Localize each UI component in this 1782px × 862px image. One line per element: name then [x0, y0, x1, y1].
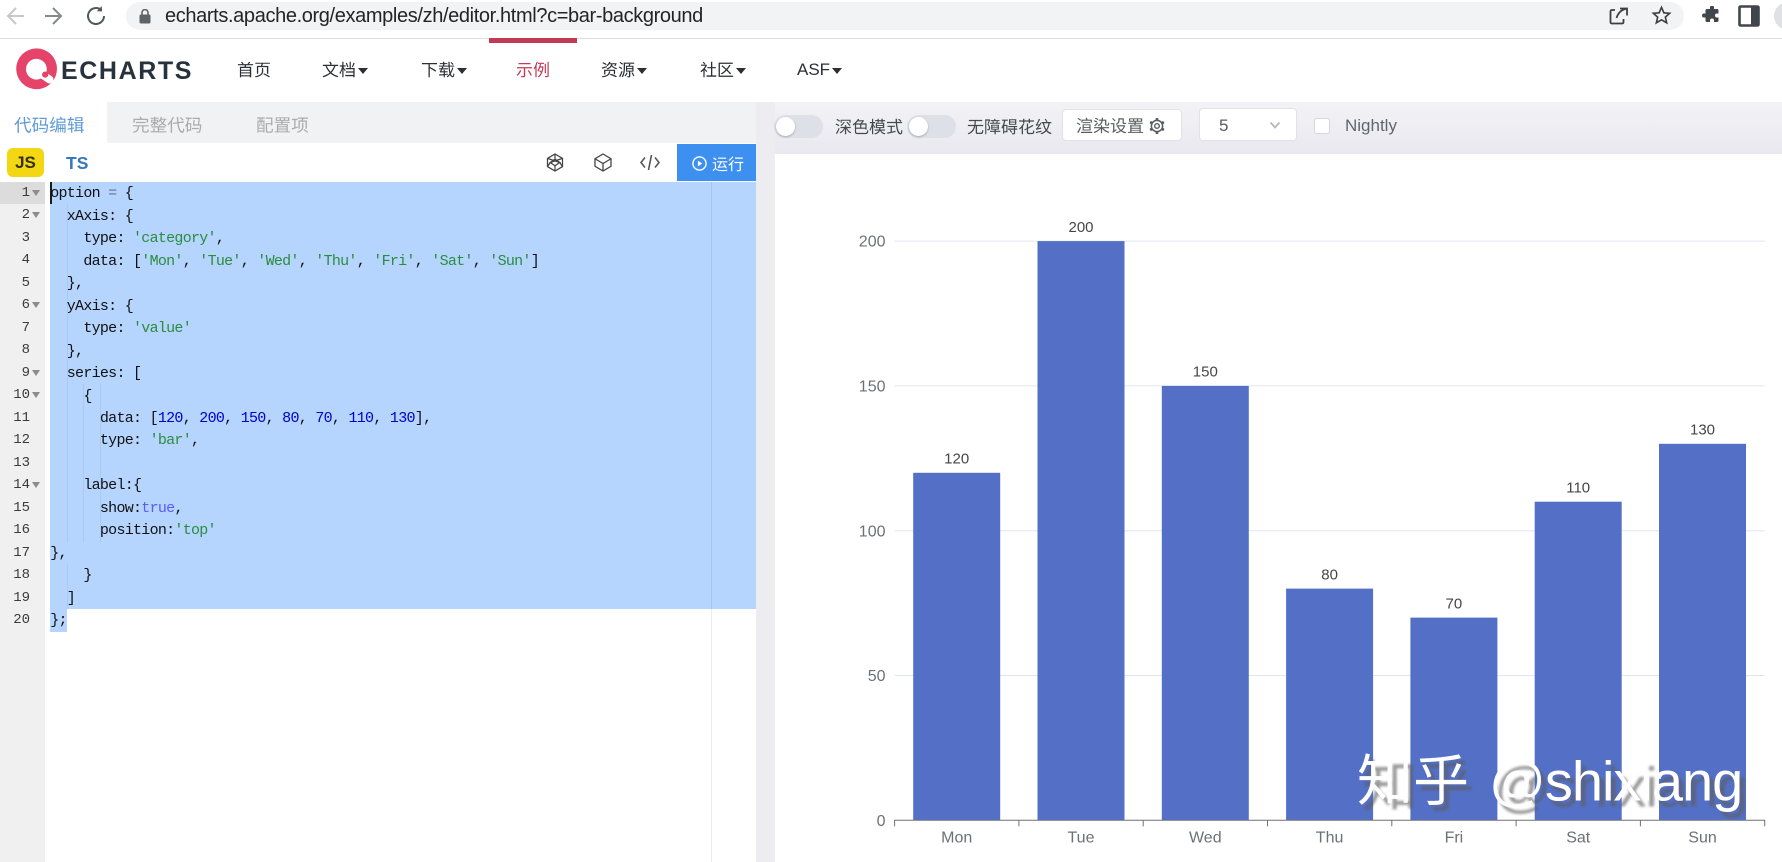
svg-text:100: 100: [859, 523, 886, 540]
svg-text:Wed: Wed: [1189, 830, 1222, 847]
svg-text:Mon: Mon: [941, 830, 972, 847]
svg-text:Tue: Tue: [1068, 830, 1095, 847]
svg-text:200: 200: [859, 234, 886, 251]
svg-text:80: 80: [1321, 566, 1338, 583]
svg-text:70: 70: [1446, 595, 1463, 612]
svg-text:130: 130: [1690, 422, 1715, 439]
svg-text:150: 150: [859, 378, 886, 395]
svg-text:120: 120: [944, 451, 969, 468]
svg-text:0: 0: [877, 813, 886, 830]
svg-text:@shixiang: @shixiang: [1489, 750, 1742, 813]
svg-text:150: 150: [1193, 364, 1218, 381]
svg-text:110: 110: [1566, 479, 1590, 496]
svg-text:50: 50: [868, 668, 886, 685]
svg-text:200: 200: [1068, 219, 1093, 236]
svg-text:Thu: Thu: [1316, 830, 1344, 847]
